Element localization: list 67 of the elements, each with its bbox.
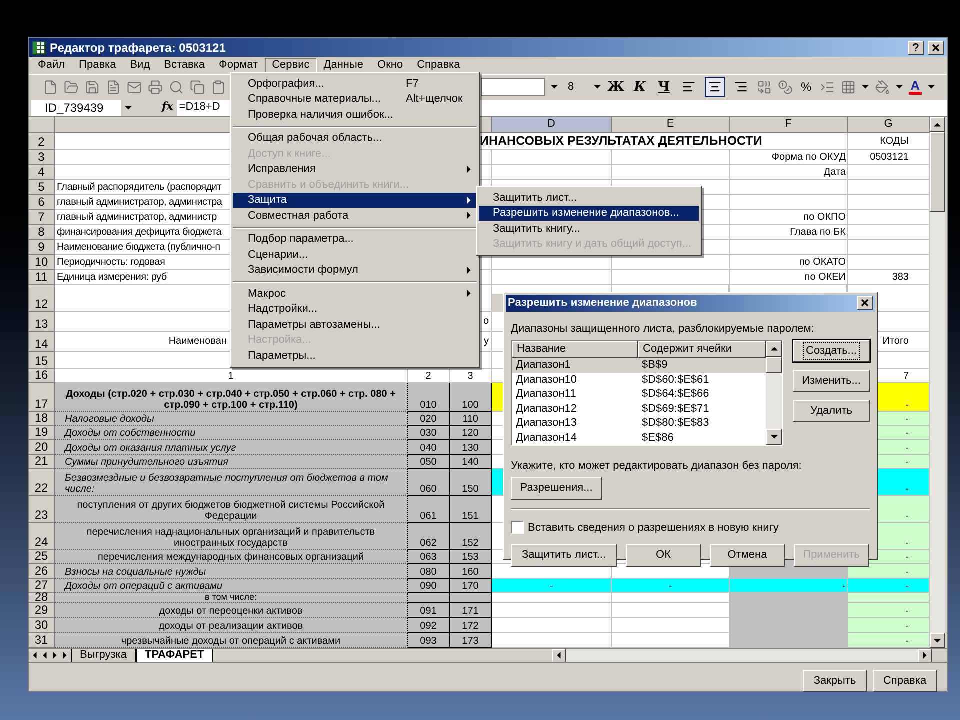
table-cell: 100 [450, 383, 492, 412]
table-cell: 050 [408, 455, 450, 469]
table-cell: чрезвычайные доходы от операций с активами [55, 633, 408, 648]
table-cell: 090 [408, 579, 450, 593]
table-cell: по ОКЕИ [730, 270, 848, 285]
table-cell: 160 [450, 564, 492, 579]
table-cell: - [848, 603, 930, 618]
window-title: Редактор трафарета: 0503121 [50, 40, 227, 56]
table-cell: Налоговые доходы [55, 412, 408, 426]
permission-label: Укажите, кто может редактировать диапазон без пароля: [511, 459, 803, 474]
table-cell: по ОКАТО [730, 255, 848, 270]
table-cell: Доходы от собственности [55, 426, 408, 440]
table-cell: Доходы от операций с активами [55, 579, 408, 593]
table-cell: - [848, 564, 930, 579]
table-cell: 173 [450, 633, 492, 648]
table-cell: 151 [450, 496, 492, 523]
table-cell: 171 [450, 603, 492, 618]
table-cell: - [848, 633, 930, 648]
table-cell: 060 [408, 469, 450, 496]
table-cell: 140 [450, 455, 492, 469]
ranges-label: Диапазоны защищенного листа, разблокируемые паролем: [511, 322, 816, 336]
table-cell: Доходы (стр.020 + стр.030 + стр.040 + стр.050 + стр.060 + стр. 080 + стр.090 + стр.100 + стр.110) [55, 383, 408, 412]
table-cell: в том числе: [55, 593, 408, 603]
table-cell: 0503121 [848, 150, 930, 165]
table-cell: - [492, 579, 612, 593]
table-cell: 063 [408, 550, 450, 564]
table-cell: 120 [450, 426, 492, 440]
table-cell: доходы от переоценки активов [55, 603, 408, 618]
table-cell: 020 [408, 412, 450, 426]
table-cell: Дата [730, 165, 848, 180]
table-cell: 383 [848, 270, 930, 285]
table-cell: 030 [408, 426, 450, 440]
table-cell: 040 [408, 440, 450, 455]
table-cell: 093 [408, 633, 450, 648]
table-cell: Глава по БК [730, 225, 848, 240]
table-cell: Суммы принудительного изъятия [55, 455, 408, 469]
table-cell: 1 [55, 369, 408, 383]
table-cell: поступления от других бюджетов бюджетной системы Российской Федерации [55, 496, 408, 523]
table-cell: - [730, 579, 848, 593]
table-cell: 091 [408, 603, 450, 618]
table-cell: перечисления наднациональных организаций и правительств иностранных государств [55, 523, 408, 550]
table-cell: по ОКПО [730, 210, 848, 225]
table-cell: Доходы от оказания платных услуг [55, 440, 408, 455]
table-cell: 150 [450, 469, 492, 496]
table-cell: Форма по ОКУД [730, 150, 848, 165]
table-cell: 092 [408, 618, 450, 633]
table-cell: 2 [408, 369, 450, 383]
table-cell: 110 [450, 412, 492, 426]
table-cell: доходы от реализации активов [55, 618, 408, 633]
table-cell: Безвозмездные и безвозвратные поступления от бюджетов в том числе: [55, 469, 408, 496]
table-cell: Взносы на социальные нужды [55, 564, 408, 579]
table-cell: 152 [450, 523, 492, 550]
table-cell: 130 [450, 440, 492, 455]
table-cell: 172 [450, 618, 492, 633]
table-cell: КОДЫ [848, 133, 930, 150]
table-cell: 062 [408, 523, 450, 550]
table-cell: - [848, 618, 930, 633]
table-cell: 170 [450, 579, 492, 593]
table-cell: 061 [408, 496, 450, 523]
table-cell: 080 [408, 564, 450, 579]
table-cell: перечисления международных финансовых организаций [55, 550, 408, 564]
table-cell: 010 [408, 383, 450, 412]
table-cell: 3 [450, 369, 492, 383]
table-cell: - [848, 579, 930, 593]
table-cell: 153 [450, 550, 492, 564]
table-cell: - [612, 579, 730, 593]
dialog-title: Разрешить изменение диапазонов [508, 296, 698, 311]
